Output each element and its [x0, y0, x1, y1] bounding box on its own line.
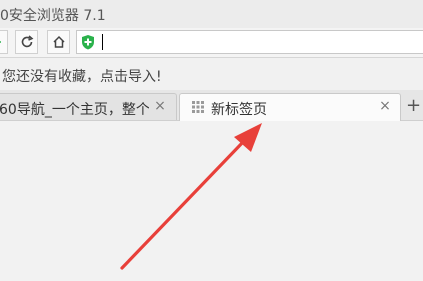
red-arrow-annotation [120, 123, 262, 270]
